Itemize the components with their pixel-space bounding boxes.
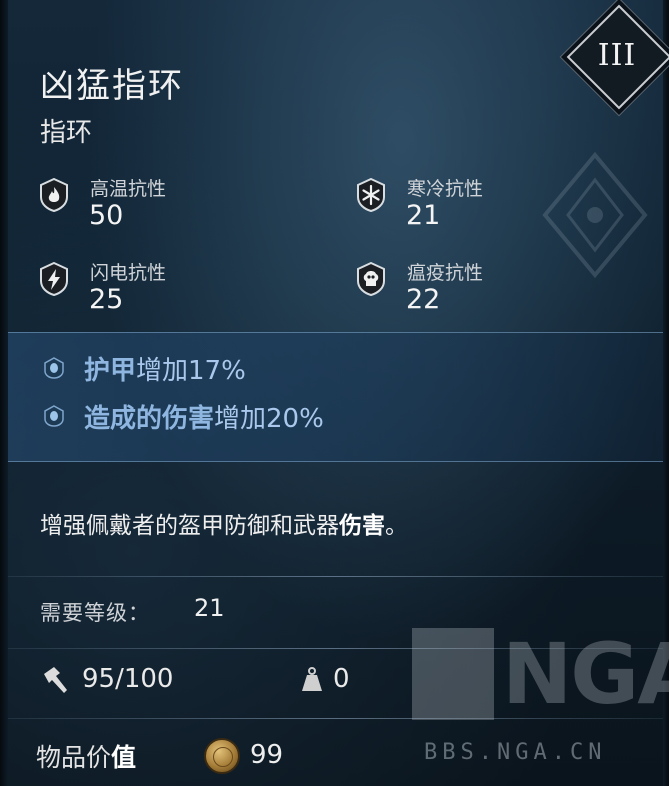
weight-icon [302, 667, 322, 691]
item-description: 增强佩戴者的盔甲防御和武器伤害。 [40, 506, 408, 540]
affix-name: 护甲 [84, 356, 137, 386]
stat-label: 高温抗性 [90, 178, 167, 200]
item-value-label: 物品价值 [36, 738, 136, 774]
fire-resistance-icon [40, 178, 68, 212]
gold-coin-icon [204, 738, 240, 774]
stat-value: 22 [406, 284, 441, 315]
affix-gem-icon [44, 357, 64, 379]
stat-label: 瘟疫抗性 [407, 262, 484, 284]
affix-line: 造成的伤害增加20% [84, 398, 324, 435]
panel-left-edge [0, 0, 8, 786]
stat-plague-resistance: 瘟疫抗性 22 [357, 258, 617, 318]
cold-resistance-icon [357, 178, 385, 212]
nga-logo-mark [412, 628, 494, 720]
divider [8, 576, 663, 577]
item-type: 指环 [40, 118, 93, 148]
durability-value: 95/100 [82, 664, 174, 694]
required-level-value: 21 [194, 594, 225, 622]
tier-label: III [597, 38, 637, 73]
plague-resistance-icon [357, 262, 385, 296]
description-text: 增强佩戴者的盔甲防御和武器 [40, 513, 339, 539]
item-name: 凶猛指环 [40, 66, 184, 106]
affix-value: 增加20% [214, 404, 324, 434]
stat-value: 50 [89, 200, 124, 231]
description-end: 。 [385, 513, 408, 539]
nga-watermark: NGA [412, 628, 669, 720]
stat-fire-resistance: 高温抗性 50 [40, 174, 300, 234]
required-level-label: 需要等级： [40, 601, 150, 625]
item-value-label-b: 值 [111, 743, 137, 772]
stat-label: 闪电抗性 [90, 262, 167, 284]
affix-value: 增加17% [136, 356, 246, 386]
weight-value: 0 [333, 664, 350, 694]
item-value-number: 99 [250, 740, 284, 770]
stat-cold-resistance: 寒冷抗性 21 [357, 174, 617, 234]
affix-gem-icon [44, 405, 64, 427]
stat-value: 21 [406, 200, 441, 231]
affix-name: 造成的伤害 [84, 404, 215, 434]
hammer-icon [44, 667, 67, 693]
stat-value: 25 [89, 284, 124, 315]
lightning-resistance-icon [40, 262, 68, 296]
affix-line: 护甲增加17% [84, 350, 246, 387]
item-value-label-a: 物品价 [36, 743, 112, 772]
stat-label: 寒冷抗性 [407, 178, 484, 200]
nga-logo-text: NGA [502, 625, 669, 723]
watermark-url: BBS.NGA.CN [424, 740, 607, 765]
description-highlight: 伤害 [339, 513, 385, 539]
stat-lightning-resistance: 闪电抗性 25 [40, 258, 300, 318]
